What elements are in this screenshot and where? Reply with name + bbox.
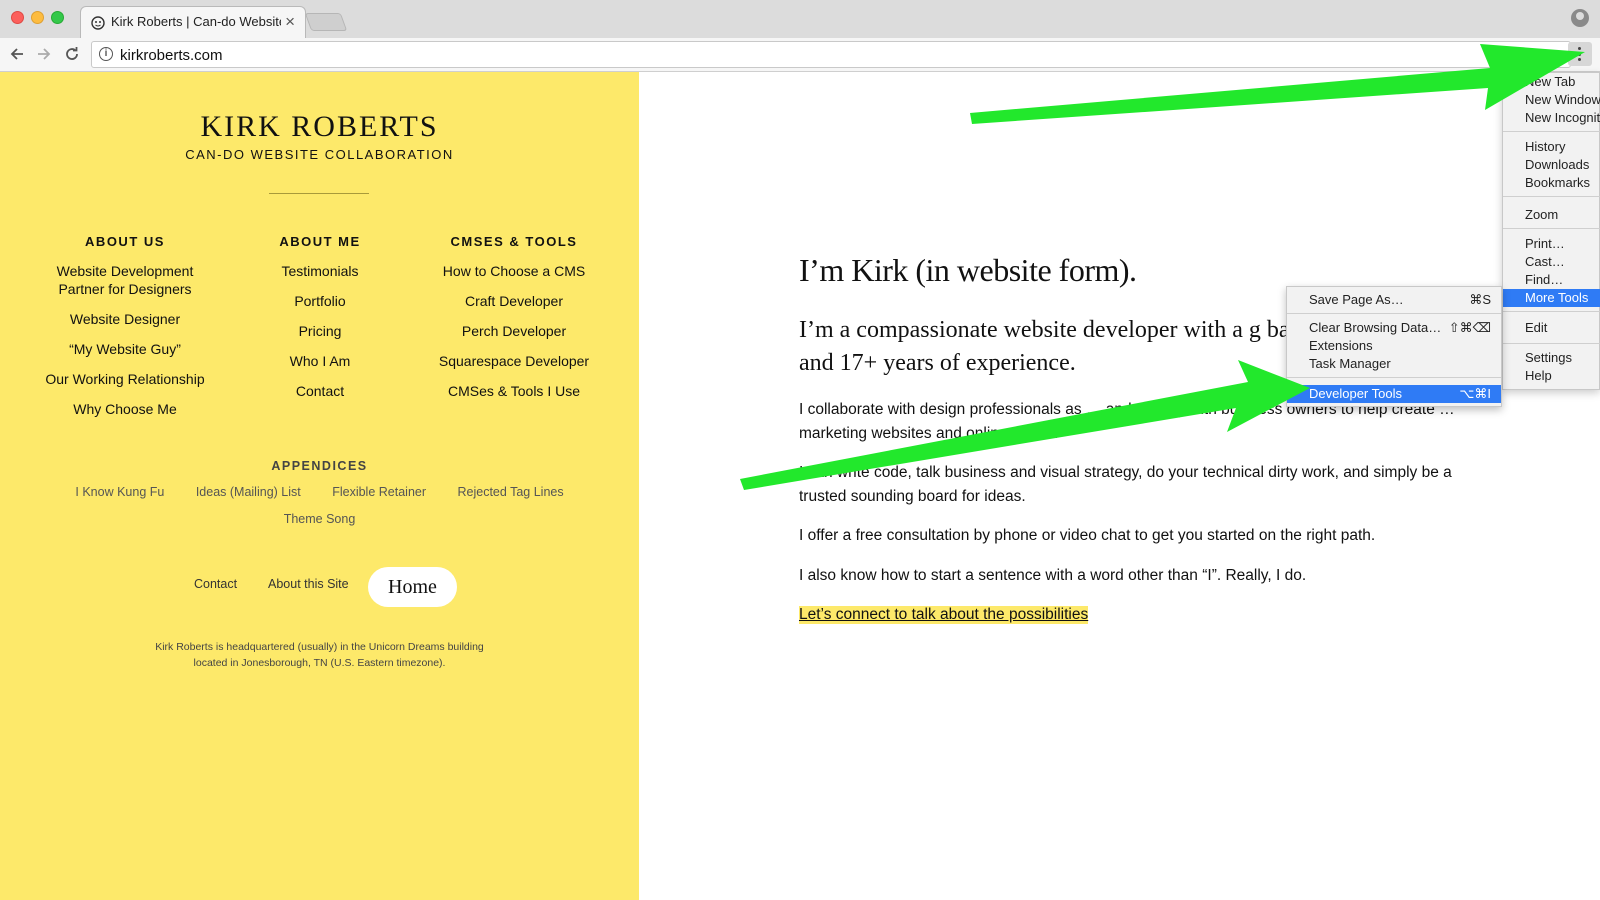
- menu-separator: [1503, 131, 1600, 132]
- appendices-links: I Know Kung Fu Ideas (Mailing) List Flex…: [0, 485, 639, 499]
- submenu-item-developer-tools[interactable]: Developer Tools ⌥⌘I: [1287, 385, 1501, 403]
- browser-toolbar: i kirkroberts.com: [0, 38, 1600, 72]
- browser-tab-strip: Kirk Roberts | Can-do Website Collaborat…: [0, 0, 1600, 38]
- body-paragraph: I offer a free consultation by phone or …: [799, 527, 1376, 544]
- appendices-heading: APPENDICES: [271, 459, 368, 473]
- menu-separator: [1287, 377, 1501, 378]
- body-paragraph: I can write code, talk business and visu…: [799, 464, 1452, 505]
- menu-item-history[interactable]: History: [1503, 138, 1600, 156]
- nav-link[interactable]: Who I Am: [220, 352, 420, 370]
- appendix-link[interactable]: Theme Song: [0, 512, 639, 526]
- tab-title: Kirk Roberts | Can-do Website Collaborat…: [111, 14, 281, 29]
- chrome-main-menu: New Tab New Window New Incognito History…: [1502, 72, 1600, 390]
- profile-icon[interactable]: [1571, 9, 1589, 27]
- nav-link[interactable]: Pricing: [220, 322, 420, 340]
- appendix-link[interactable]: Flexible Retainer: [332, 485, 426, 499]
- main-content: I’m Kirk (in website form). I’m a compas…: [639, 72, 1600, 900]
- nav-link[interactable]: Our Working Relationship: [25, 370, 225, 388]
- site-tagline: CAN-DO WEBSITE COLLABORATION: [185, 147, 454, 162]
- submenu-item-clear-browsing-data[interactable]: Clear Browsing Data… ⇧⌘⌫: [1287, 319, 1501, 337]
- menu-separator: [1287, 313, 1501, 314]
- menu-item-downloads[interactable]: Downloads: [1503, 156, 1600, 174]
- submenu-item-label: Task Manager: [1309, 356, 1391, 371]
- appendix-link[interactable]: Ideas (Mailing) List: [196, 485, 301, 499]
- address-line: Kirk Roberts is headquartered (usually) …: [155, 641, 484, 653]
- menu-separator: [1503, 311, 1600, 312]
- connect-cta-link[interactable]: Let’s connect to talk about the possibil…: [799, 606, 1089, 624]
- nav-link[interactable]: Contact: [220, 382, 420, 400]
- address-note: Kirk Roberts is headquartered (usually) …: [0, 639, 639, 671]
- minimize-window-button[interactable]: [31, 11, 44, 24]
- site-info-icon[interactable]: i: [99, 47, 113, 61]
- nav-heading: ABOUT ME: [279, 234, 361, 249]
- close-tab-icon[interactable]: ×: [285, 12, 295, 32]
- menu-item-print[interactable]: Print…: [1503, 235, 1600, 253]
- submenu-item-label: Extensions: [1309, 338, 1373, 353]
- submenu-item-label: Save Page As…: [1309, 292, 1404, 307]
- nav-heading: ABOUT US: [85, 234, 165, 249]
- appendix-link[interactable]: Rejected Tag Lines: [458, 485, 564, 499]
- body-paragraph: I also know how to start a sentence with…: [799, 567, 1307, 584]
- nav-link[interactable]: Why Choose Me: [25, 400, 225, 418]
- menu-item-find[interactable]: Find…: [1503, 271, 1600, 289]
- appendix-link[interactable]: I Know Kung Fu: [75, 485, 164, 499]
- menu-item-zoom[interactable]: Zoom: [1503, 206, 1600, 224]
- site-brand[interactable]: KIRK ROBERTS: [0, 110, 639, 144]
- more-tools-submenu: Save Page As… ⌘S Clear Browsing Data… ⇧⌘…: [1286, 286, 1502, 407]
- maximize-window-button[interactable]: [51, 11, 64, 24]
- chrome-menu-button[interactable]: [1568, 42, 1592, 66]
- address-bar[interactable]: i kirkroberts.com: [91, 41, 1571, 68]
- menu-item-new-tab[interactable]: New Tab: [1503, 73, 1600, 91]
- menu-item-edit[interactable]: Edit: [1503, 319, 1600, 337]
- nav-link[interactable]: Testimonials: [220, 262, 420, 280]
- nav-link[interactable]: CMSes & Tools I Use: [414, 382, 614, 400]
- menu-item-new-incognito[interactable]: New Incognito: [1503, 109, 1600, 127]
- footer-about-site-link[interactable]: About this Site: [268, 577, 349, 591]
- nav-link[interactable]: How to Choose a CMS: [414, 262, 614, 280]
- nav-link[interactable]: Perch Developer: [414, 322, 614, 340]
- menu-item-help[interactable]: Help: [1503, 367, 1600, 385]
- menu-separator: [1503, 343, 1600, 344]
- menu-item-more-tools[interactable]: More Tools: [1503, 289, 1600, 307]
- address-line: located in Jonesborough, TN (U.S. Easter…: [193, 657, 446, 669]
- footer-contact-link[interactable]: Contact: [194, 577, 237, 591]
- nav-heading: CMSES & TOOLS: [450, 234, 578, 249]
- page-title: I’m Kirk (in website form).: [799, 252, 1137, 288]
- close-window-button[interactable]: [11, 11, 24, 24]
- menu-item-new-window[interactable]: New Window: [1503, 91, 1600, 109]
- submenu-item-task-manager[interactable]: Task Manager: [1287, 355, 1501, 373]
- back-arrow-icon[interactable]: [9, 46, 25, 62]
- submenu-item-save-page[interactable]: Save Page As… ⌘S: [1287, 291, 1501, 309]
- forward-arrow-icon[interactable]: [36, 46, 52, 62]
- menu-item-bookmarks[interactable]: Bookmarks: [1503, 174, 1600, 192]
- menu-separator: [1503, 196, 1600, 197]
- new-tab-button[interactable]: [304, 13, 348, 31]
- reload-icon[interactable]: [64, 46, 80, 62]
- nav-link[interactable]: “My Website Guy”: [25, 340, 225, 358]
- home-button[interactable]: Home: [368, 567, 457, 607]
- nav-link[interactable]: Website Development Partner for Designer…: [50, 262, 200, 298]
- nav-link[interactable]: Squarespace Developer: [414, 352, 614, 370]
- nav-link[interactable]: Craft Developer: [414, 292, 614, 310]
- site-favicon-icon: [91, 16, 105, 30]
- nav-link[interactable]: Portfolio: [220, 292, 420, 310]
- submenu-item-label: Developer Tools: [1309, 386, 1402, 401]
- site-sidebar: KIRK ROBERTS CAN-DO WEBSITE COLLABORATIO…: [0, 72, 639, 900]
- shortcut-label: ⌘S: [1469, 292, 1491, 307]
- shortcut-label: ⌥⌘I: [1459, 386, 1491, 401]
- menu-item-cast[interactable]: Cast…: [1503, 253, 1600, 271]
- submenu-item-label: Clear Browsing Data…: [1309, 320, 1442, 335]
- menu-item-settings[interactable]: Settings: [1503, 349, 1600, 367]
- browser-tab[interactable]: Kirk Roberts | Can-do Website Collaborat…: [80, 6, 306, 38]
- nav-link[interactable]: Website Designer: [25, 310, 225, 328]
- nav-column-about-me: ABOUT ME Testimonials Portfolio Pricing …: [220, 234, 420, 412]
- nav-column-about-us: ABOUT US Website Development Partner for…: [25, 234, 225, 430]
- nav-column-cmses-tools: CMSES & TOOLS How to Choose a CMS Craft …: [414, 234, 614, 412]
- menu-separator: [1503, 228, 1600, 229]
- divider: [269, 193, 369, 194]
- url-text: kirkroberts.com: [120, 47, 223, 64]
- shortcut-label: ⇧⌘⌫: [1448, 320, 1491, 335]
- submenu-item-extensions[interactable]: Extensions: [1287, 337, 1501, 355]
